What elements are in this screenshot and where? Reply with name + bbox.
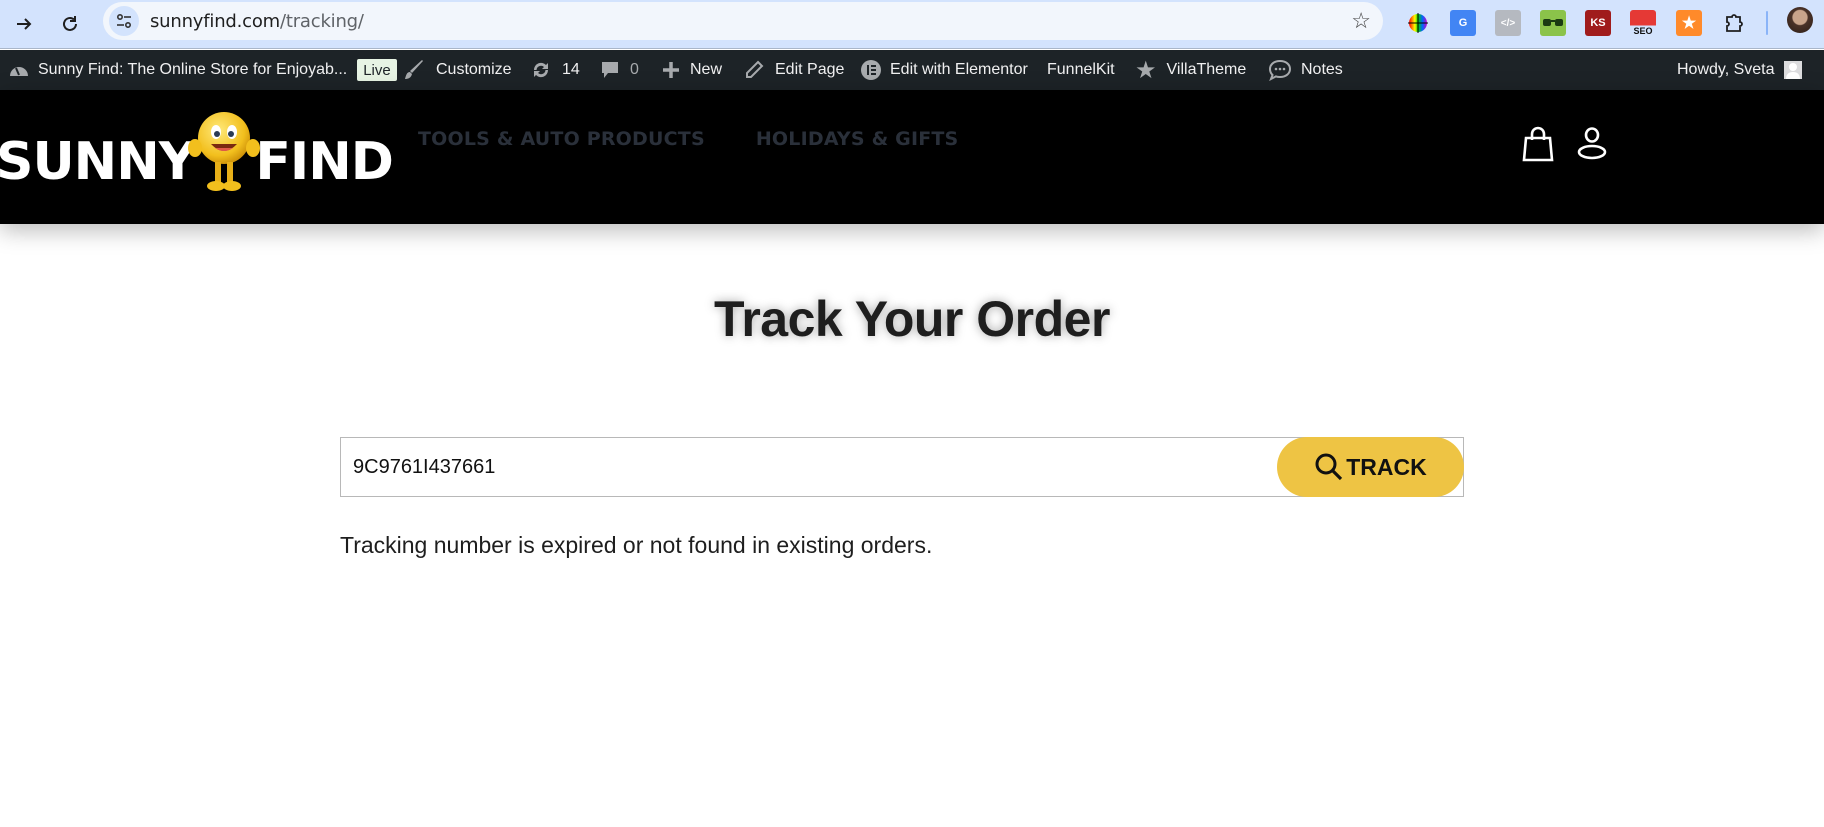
new-label: New	[690, 61, 723, 78]
url-host: sunnyfind.com	[150, 11, 280, 32]
dashboard-icon	[8, 60, 30, 80]
updates-icon	[530, 59, 552, 81]
star-extension-icon[interactable]: ★	[1676, 10, 1702, 36]
color-picker-extension-icon[interactable]	[1405, 10, 1431, 36]
account-user-icon[interactable]	[1576, 126, 1608, 167]
admin-account[interactable]: Howdy, Sveta	[1677, 50, 1802, 90]
google-translate-extension-icon[interactable]: G	[1450, 10, 1476, 36]
site-logo[interactable]: SUNNY FIND	[0, 112, 394, 192]
admin-notes[interactable]: Notes	[1268, 50, 1343, 90]
reload-button[interactable]	[54, 8, 86, 40]
glasses-extension-icon[interactable]	[1540, 10, 1566, 36]
admin-new[interactable]: New	[662, 50, 722, 90]
paintbrush-icon	[404, 59, 426, 81]
admin-edit-elementor[interactable]: Edit with Elementor	[860, 50, 1028, 90]
toolbar-separator	[1766, 11, 1768, 35]
logo-text-left: SUNNY	[0, 132, 196, 192]
track-button[interactable]: TRACK	[1277, 437, 1464, 497]
seo-extension-icon[interactable]: SEO	[1630, 10, 1656, 36]
page-title: Track Your Order	[714, 291, 1110, 347]
profile-avatar[interactable]	[1787, 7, 1813, 33]
main-nav: TOOLS & AUTO PRODUCTS HOLIDAYS & GIFTS	[418, 128, 958, 150]
comments-count: 0	[630, 61, 639, 78]
updates-count: 14	[562, 61, 580, 78]
bookmark-star-icon[interactable]: ☆	[1351, 9, 1371, 33]
extensions-puzzle-icon[interactable]	[1721, 10, 1747, 36]
notes-label: Notes	[1301, 61, 1343, 78]
howdy-label: Howdy, Sveta	[1677, 61, 1775, 78]
customize-label: Customize	[436, 61, 512, 78]
admin-site-title[interactable]: Sunny Find: The Online Store for Enjoyab…	[38, 61, 347, 79]
search-icon	[1315, 453, 1343, 481]
tracking-form: TRACK	[340, 437, 1464, 497]
reload-icon	[63, 16, 77, 31]
star-icon: ★	[1135, 56, 1157, 84]
live-badge: Live	[357, 59, 397, 81]
plus-icon	[662, 61, 680, 79]
funnelkit-label: FunnelKit	[1047, 61, 1115, 78]
tracking-number-input[interactable]	[353, 438, 1253, 496]
ks-extension-icon[interactable]: KS	[1585, 10, 1611, 36]
admin-edit-page[interactable]: Edit Page	[744, 50, 844, 90]
villatheme-label: VillaTheme	[1166, 61, 1247, 78]
elementor-icon	[860, 59, 882, 81]
code-view-extension-icon[interactable]: </>	[1495, 10, 1521, 36]
smiley-mascot-icon	[187, 108, 261, 192]
admin-funnelkit[interactable]: FunnelKit	[1047, 50, 1115, 90]
address-bar[interactable]: sunnyfind.com/tracking/ ☆	[103, 2, 1383, 40]
nav-holidays-gifts[interactable]: HOLIDAYS & GIFTS	[756, 128, 959, 150]
admin-customize[interactable]: Customize	[404, 50, 512, 90]
edit-page-label: Edit Page	[775, 61, 845, 78]
comment-icon	[600, 60, 620, 80]
track-button-label: TRACK	[1346, 453, 1427, 480]
admin-comments[interactable]: 0	[600, 50, 639, 90]
cart-bag-icon[interactable]	[1522, 126, 1554, 167]
logo-text-right: FIND	[255, 132, 394, 192]
admin-updates[interactable]: 14	[530, 50, 580, 90]
site-header: SUNNY FIND TOOLS & AUTO PRODUCTS HOLIDAY…	[0, 90, 1824, 224]
wp-admin-bar: Sunny Find: The Online Store for Enjoyab…	[0, 50, 1824, 90]
site-info-icon[interactable]	[109, 6, 139, 36]
admin-villatheme[interactable]: ★ VillaTheme	[1135, 50, 1246, 90]
browser-toolbar: sunnyfind.com/tracking/ ☆ G </> KS SEO ★	[0, 0, 1824, 49]
admin-site-menu[interactable]: Sunny Find: The Online Store for Enjoyab…	[8, 50, 397, 90]
notes-icon	[1268, 59, 1292, 81]
arrow-right-icon	[17, 18, 32, 30]
forward-button[interactable]	[8, 8, 40, 40]
user-avatar-icon	[1783, 61, 1802, 79]
nav-tools-auto-products[interactable]: TOOLS & AUTO PRODUCTS	[418, 128, 705, 150]
tracking-status-message: Tracking number is expired or not found …	[340, 532, 933, 558]
url-path: /tracking/	[280, 11, 364, 32]
url-text[interactable]: sunnyfind.com/tracking/	[150, 11, 364, 32]
pencil-icon	[744, 60, 764, 80]
edit-elementor-label: Edit with Elementor	[890, 61, 1028, 78]
